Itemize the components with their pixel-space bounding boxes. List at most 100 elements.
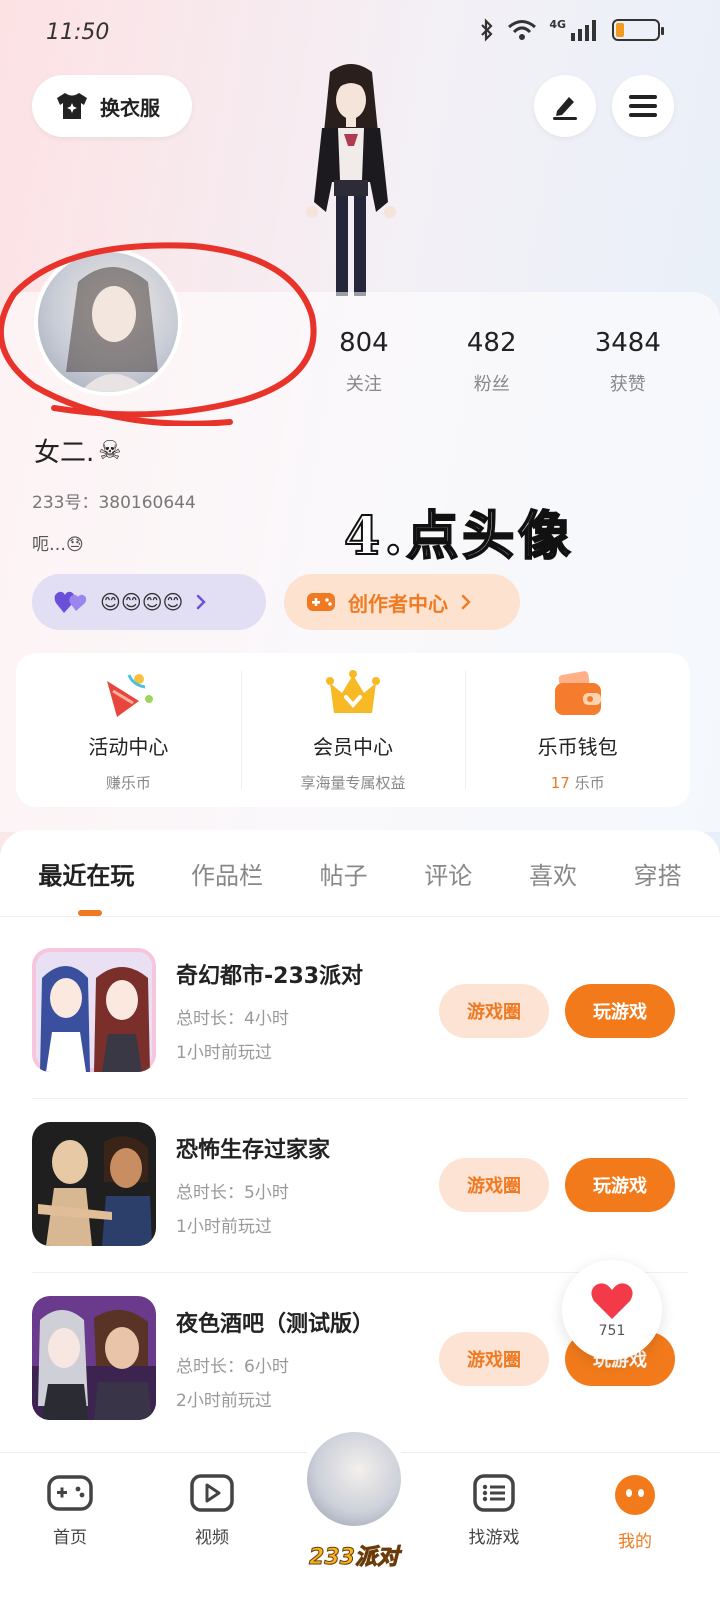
tabs-divider [0, 916, 720, 917]
tab-works[interactable]: 作品栏 [191, 856, 263, 891]
creator-center-label: 创作者中心 [348, 591, 448, 616]
battery-icon [612, 19, 664, 41]
nav-mine-label: 我的 [618, 1532, 652, 1552]
activity-center-title: 活动中心 [88, 735, 169, 759]
wifi-icon [508, 20, 537, 40]
hearts-icon [54, 591, 87, 613]
bottom-nav: 首页 视频 233派对 找游戏 我的 [0, 1425, 720, 1600]
nickname-text: 女二. [34, 438, 95, 468]
game-art-anime-girls [32, 948, 156, 1072]
profile-avatar[interactable] [34, 248, 182, 396]
stat-likes-label: 获赞 [609, 374, 646, 395]
game-last-played: 1小时前玩过 [176, 1217, 272, 1237]
tab-recently-played[interactable]: 最近在玩 [38, 856, 134, 891]
tshirt-icon [57, 93, 87, 119]
tab-outfits[interactable]: 穿搭 [634, 856, 682, 891]
user-id[interactable]: 233号：380160644 [32, 488, 196, 513]
tap-avatar-annotation: 4.点头像 [343, 505, 575, 568]
coin-wallet-subtitle: 17 乐币 [551, 772, 605, 793]
game-art-bar-couple [32, 1296, 156, 1420]
stat-fans[interactable]: 482 粉丝 [467, 328, 517, 396]
change-clothes-label: 换衣服 [100, 95, 160, 120]
game-duration: 总时长：6小时 [176, 1357, 289, 1377]
play-game-button[interactable]: 玩游戏 [565, 984, 675, 1038]
gamepad-icon [307, 593, 335, 611]
game-circle-button[interactable]: 游戏圈 [439, 1332, 549, 1386]
stat-following-value: 804 [339, 328, 389, 358]
chevron-right-icon [197, 594, 207, 610]
stat-likes[interactable]: 3484 获赞 [595, 328, 661, 396]
status-time: 11:50 [46, 20, 110, 45]
nav-mine[interactable]: 我的 [590, 1473, 680, 1552]
avatar-3d-figure[interactable] [292, 62, 410, 300]
vip-center[interactable]: 会员中心 享海量专属权益 [240, 653, 466, 807]
change-clothes-button[interactable]: 换衣服 [32, 75, 192, 137]
nav-center-button[interactable] [300, 1425, 408, 1533]
coin-unit: 乐币 [574, 774, 605, 792]
list-icon [473, 1474, 515, 1512]
game-title: 奇幻都市-233派对 [176, 964, 364, 989]
status-bar: 11:50 4G [0, 0, 720, 64]
profile-stats: 804 关注 482 粉丝 3484 获赞 [300, 328, 700, 396]
edit-profile-button[interactable] [534, 75, 596, 137]
bio: 呃…😓 [32, 530, 84, 555]
nav-center-label[interactable]: 233派对 [300, 1539, 408, 1571]
heart-icon [591, 1283, 633, 1319]
vip-center-title: 会员中心 [313, 735, 393, 759]
coin-wallet[interactable]: 乐币钱包 17 乐币 [465, 653, 690, 807]
coin-wallet-title: 乐币钱包 [537, 735, 618, 759]
like-count: 751 [598, 1323, 626, 1339]
game-circle-button[interactable]: 游戏圈 [439, 1158, 549, 1212]
nav-home-label: 首页 [53, 1528, 87, 1548]
game-duration: 总时长：5小时 [176, 1183, 289, 1203]
coin-balance: 17 [550, 774, 570, 792]
stat-following-label: 关注 [345, 374, 382, 395]
game-last-played: 2小时前玩过 [176, 1391, 272, 1411]
game-row[interactable]: 奇幻都市-233派对 总时长：4小时 1小时前玩过 游戏圈 玩游戏 [0, 948, 720, 1122]
activity-center[interactable]: 活动中心 赚乐币 [16, 653, 241, 807]
play-game-button[interactable]: 玩游戏 [565, 1158, 675, 1212]
profile-tabs: 最近在玩 作品栏 帖子 评论 喜欢 穿搭 [0, 856, 720, 891]
stat-likes-value: 3484 [594, 328, 661, 358]
game-title: 夜色酒吧（测试版） [176, 1312, 375, 1337]
bluetooth-icon [481, 18, 493, 42]
profile-face-icon [615, 1475, 655, 1515]
creator-center-button[interactable]: 创作者中心 [284, 574, 520, 630]
skull-emoji: ☠ [98, 435, 122, 466]
stat-following[interactable]: 804 关注 [339, 328, 389, 396]
status-icons: 4G [479, 18, 664, 42]
game-thumbnail[interactable] [32, 948, 156, 1072]
party-popper-icon [107, 674, 154, 717]
wallet-icon [554, 671, 601, 715]
stat-fans-value: 482 [466, 328, 517, 358]
vip-center-subtitle: 享海量专属权益 [300, 774, 406, 792]
pen-icon [553, 97, 577, 120]
signal-icon [571, 20, 596, 41]
activity-center-subtitle: 赚乐币 [105, 774, 151, 792]
crown-icon [326, 670, 380, 713]
game-art-figures [32, 1122, 156, 1246]
friends-emojis: 😊😊😊😊 [100, 590, 184, 614]
game-circle-button[interactable]: 游戏圈 [439, 984, 549, 1038]
video-icon [190, 1474, 234, 1512]
stat-fans-label: 粉丝 [473, 374, 510, 395]
tab-posts[interactable]: 帖子 [320, 856, 368, 891]
nav-find-games-label: 找游戏 [468, 1528, 520, 1548]
tab-likes[interactable]: 喜欢 [529, 856, 577, 891]
nav-home[interactable]: 首页 [25, 1473, 115, 1548]
game-thumbnail[interactable] [32, 1122, 156, 1246]
menu-button[interactable] [612, 75, 674, 137]
nav-find-games[interactable]: 找游戏 [449, 1473, 539, 1548]
quick-links-card: 活动中心 赚乐币 会员中心 享海量专属权益 乐币钱包 17 乐币 [16, 653, 690, 807]
row-divider [32, 1098, 688, 1099]
nav-center-avatar [307, 1432, 401, 1526]
friends-pill[interactable]: 😊😊😊😊 [32, 574, 266, 630]
bio-text: 呃… [32, 535, 66, 555]
floating-like-button[interactable]: 751 [562, 1260, 662, 1360]
game-thumbnail[interactable] [32, 1296, 156, 1420]
game-last-played: 1小时前玩过 [176, 1043, 272, 1063]
gamepad-icon [47, 1475, 93, 1511]
game-duration: 总时长：4小时 [176, 1009, 289, 1029]
nav-video[interactable]: 视频 [167, 1473, 257, 1548]
tab-comments[interactable]: 评论 [424, 856, 472, 891]
